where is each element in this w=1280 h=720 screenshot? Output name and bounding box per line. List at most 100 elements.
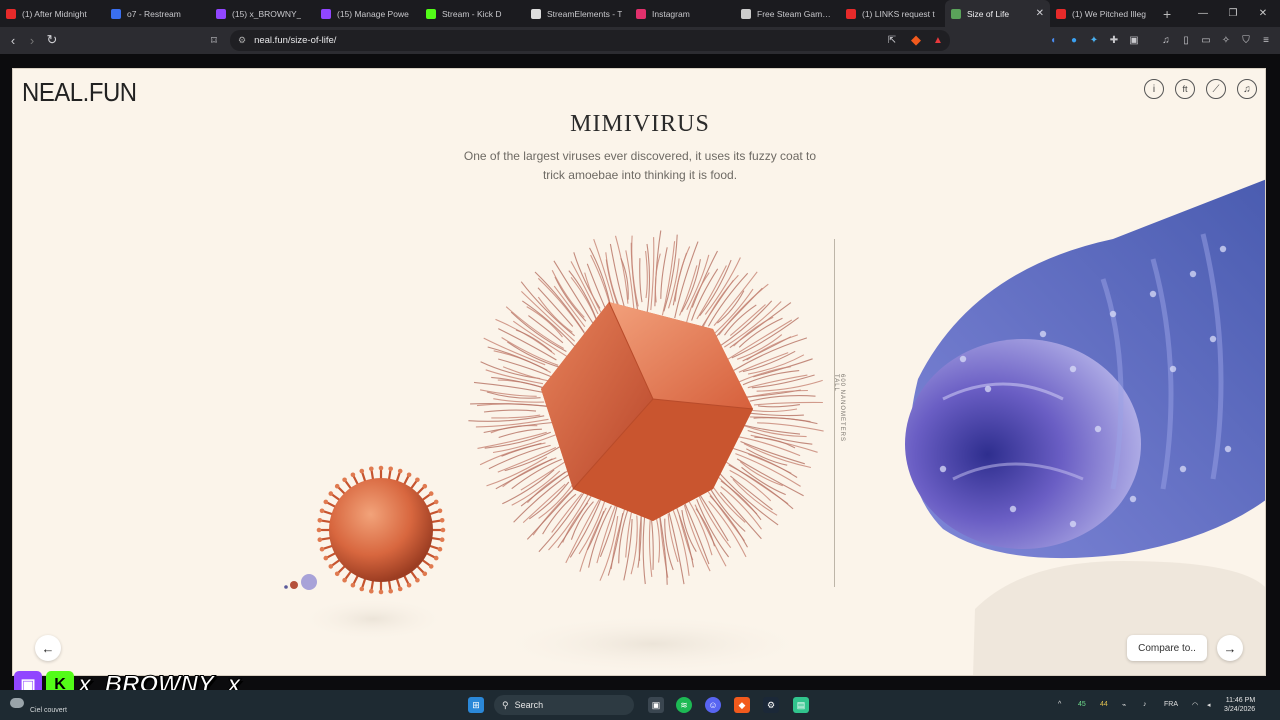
tab-6[interactable]: Instagram [630,0,735,27]
windows-start-icon[interactable]: ⊞ [468,697,484,713]
tab-5[interactable]: StreamElements - T [525,0,630,27]
virus-spike-tip [428,564,434,569]
mimivirus-fiber [660,247,668,299]
tab-label: Size of Life [967,8,1010,19]
language-indicator[interactable]: FRA [1164,701,1178,708]
virus-spike-tip [350,582,356,588]
tab-10[interactable]: (1) We Pitched Illeg [1050,0,1155,27]
mimivirus-fiber [599,516,619,581]
task-view-icon[interactable]: ▣ [648,697,664,713]
next-button[interactable]: → [1217,635,1243,661]
streamlabs-icon[interactable]: ▤ [793,697,809,713]
vpn-shield-icon[interactable]: ⛉ [1238,32,1254,48]
system-clock[interactable]: 11:46 PM 3/24/2026 [1224,696,1255,714]
virus-spike-tip [439,537,445,542]
microphone-icon[interactable]: ♪ [1143,701,1147,708]
extensions-puzzle-icon[interactable]: ✚ [1106,32,1122,48]
previous-button[interactable]: ← [35,635,61,661]
extension-translate-icon[interactable]: ✦ [1086,32,1102,48]
spotify-icon[interactable]: ≋ [676,697,692,713]
tab-4[interactable]: Stream - Kick D [420,0,525,27]
units-icon[interactable]: ft [1175,79,1195,99]
tab-favicon-icon [741,8,751,19]
wallet-icon[interactable]: ▭ [1198,32,1214,48]
tab-7[interactable]: Free Steam Game P [735,0,840,27]
arrow-left-icon: ← [41,640,55,656]
site-logo[interactable]: NEAL.FUN [22,77,137,108]
tab-label: Free Steam Game P [757,8,834,19]
mitochondria-dot [939,465,947,473]
brave-rewards-icon[interactable]: ▲ [928,30,948,50]
weather-icon[interactable] [10,698,24,708]
tab-1[interactable]: o7 - Restream [105,0,210,27]
tab-favicon-icon [636,8,646,19]
brave-shield-icon[interactable]: ◆ [906,30,926,50]
bookmark-icon[interactable]: ⌑ [204,30,224,50]
reload-icon[interactable]: ↻ [42,30,62,50]
mitochondria-dot [1069,365,1077,373]
tab-2[interactable]: (15) x_BROWNY_ [210,0,315,27]
close-window-button[interactable]: ✕ [1248,0,1278,27]
network-icon[interactable]: ⌁ [1122,701,1126,709]
mimivirus-fiber [740,440,805,465]
extension-globe-icon[interactable]: ● [1066,32,1082,48]
virus-spike-tip [317,537,323,542]
sidebar-toggle-icon[interactable]: ▯ [1178,32,1194,48]
clock-time: 11:46 PM [1225,697,1256,704]
leo-ai-icon[interactable]: ✧ [1218,32,1234,48]
mimivirus-fiber [526,306,563,338]
virus-spike-tip [323,555,329,561]
minimize-button[interactable]: — [1188,0,1218,27]
floor-shadow [493,614,813,674]
tab-8[interactable]: (1) LINKS request t [840,0,945,27]
virus-spike-tip [422,483,428,489]
mitochondria-dot [1069,520,1077,528]
mimivirus-fiber [483,337,546,366]
mimivirus-fiber [570,276,599,324]
tab-close-icon[interactable]: ✕ [1036,8,1044,19]
virus-spike-tip [350,472,356,478]
music-icon[interactable]: ♫ [1237,79,1257,99]
forward-button[interactable]: › [22,30,42,50]
site-info-icon[interactable]: ⚙ [238,35,246,46]
tray-chevron-icon[interactable]: ^ [1058,701,1061,708]
mimivirus-fiber [650,515,654,570]
tab-strip: (1) After Midnight o7 - Restream (15) x_BR… [0,0,1280,27]
extension-audio-icon[interactable]: ◖ [1045,32,1061,48]
mimivirus-fiber [708,500,747,558]
compare-button[interactable]: Compare to.. [1127,635,1207,661]
taskbar-search[interactable]: ⚲ Search [494,695,634,715]
extension-window-icon[interactable]: ▣ [1126,32,1142,48]
ruler-icon[interactable]: ⟋ [1206,79,1226,99]
mitochondria-dot [1039,330,1047,338]
back-button[interactable]: ‹ [3,30,23,50]
share-icon[interactable]: ⇱ [882,30,902,50]
brave-icon[interactable]: ◆ [734,697,750,713]
discord-icon[interactable]: ☺ [705,697,721,713]
tab-favicon-icon [846,8,856,19]
steam-icon[interactable]: ⚙ [763,697,779,713]
menu-icon[interactable]: ≡ [1258,32,1274,48]
tab-favicon-icon [111,8,121,19]
virus-spike-tip [342,577,347,583]
tab-0[interactable]: (1) After Midnight [0,0,105,27]
mitochondria-dot [1209,335,1217,343]
wifi-icon[interactable]: ◠ [1192,701,1198,709]
virus-spike-tip [422,571,428,577]
floor-shadow [298,597,448,641]
tab-3[interactable]: (15) Manage Powe [315,0,420,27]
tab-label: Instagram [652,8,690,19]
media-music-icon[interactable]: ♫ [1158,32,1174,48]
maximize-button[interactable]: ❐ [1218,0,1248,27]
tab-9[interactable]: Size of Life ✕ [945,0,1050,27]
address-bar[interactable]: ⚙ neal.fun/size-of-life/ [230,30,950,51]
new-tab-button[interactable]: + [1155,6,1179,22]
mitochondria-dot [1169,365,1177,373]
mimivirus-fiber [654,253,661,303]
virus-spike-tip [319,508,325,514]
weather-text[interactable]: Ciel couvert [30,707,67,714]
organism-description: One of the largest viruses ever discover… [463,149,817,182]
info-icon[interactable]: i [1144,79,1164,99]
tiny-virus-dot [284,585,288,589]
volume-icon[interactable]: ◂ [1207,701,1211,709]
